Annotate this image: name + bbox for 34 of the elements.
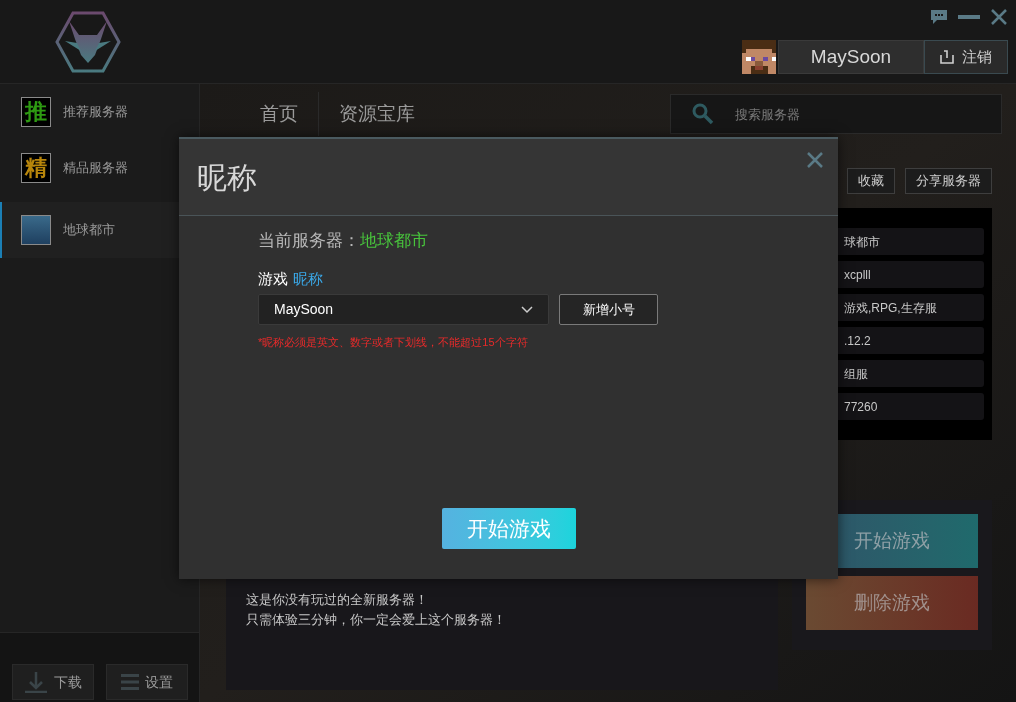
settings-button[interactable]: 设置 — [106, 664, 188, 700]
sidebar-item[interactable]: 精 精品服务器 — [0, 140, 199, 196]
exit-icon — [940, 50, 954, 64]
logout-button[interactable]: 注销 — [924, 40, 1008, 74]
server-thumbnail — [21, 215, 51, 245]
category-badge: 推 — [21, 97, 51, 127]
server-action-button[interactable]: 收藏 — [847, 168, 895, 194]
dialog-title: 昵称 — [197, 159, 257, 196]
nickname-select[interactable]: MaySoon — [258, 294, 549, 325]
menu-icon — [121, 673, 139, 691]
close-icon[interactable] — [990, 8, 1008, 26]
category-badge: 精 — [21, 153, 51, 183]
download-icon — [24, 671, 48, 693]
nav-tab[interactable]: 资源宝库 — [318, 92, 435, 136]
nav-tab[interactable]: 首页 — [240, 92, 318, 136]
close-icon[interactable] — [806, 151, 824, 169]
avatar-icon — [742, 40, 776, 74]
search-field[interactable]: 搜索服务器 — [670, 94, 1002, 134]
description-line: 只需体验三分钟，你一定会爱上这个服务器！ — [246, 611, 507, 629]
chat-icon[interactable] — [930, 9, 948, 25]
search-icon — [692, 103, 714, 125]
current-server-name: 地球都市 — [360, 230, 428, 252]
description-line: 这是你没有玩过的全新服务器！ — [246, 591, 429, 609]
download-button[interactable]: 下载 — [12, 664, 94, 700]
add-account-button[interactable]: 新增小号 — [559, 294, 658, 325]
field-label-accent: 昵称 — [293, 268, 323, 289]
chevron-down-icon — [521, 305, 533, 314]
error-hint: *昵称必须是英文、数字或者下划线，不能超过15个字符 — [258, 335, 529, 350]
logo-icon — [55, 10, 121, 73]
sidebar-item[interactable]: 推 推荐服务器 — [0, 84, 199, 140]
username: MaySoon — [778, 40, 924, 74]
current-server-label: 当前服务器： — [258, 230, 360, 252]
field-label: 游戏 — [258, 268, 288, 289]
server-action-button[interactable]: 分享服务器 — [905, 168, 992, 194]
